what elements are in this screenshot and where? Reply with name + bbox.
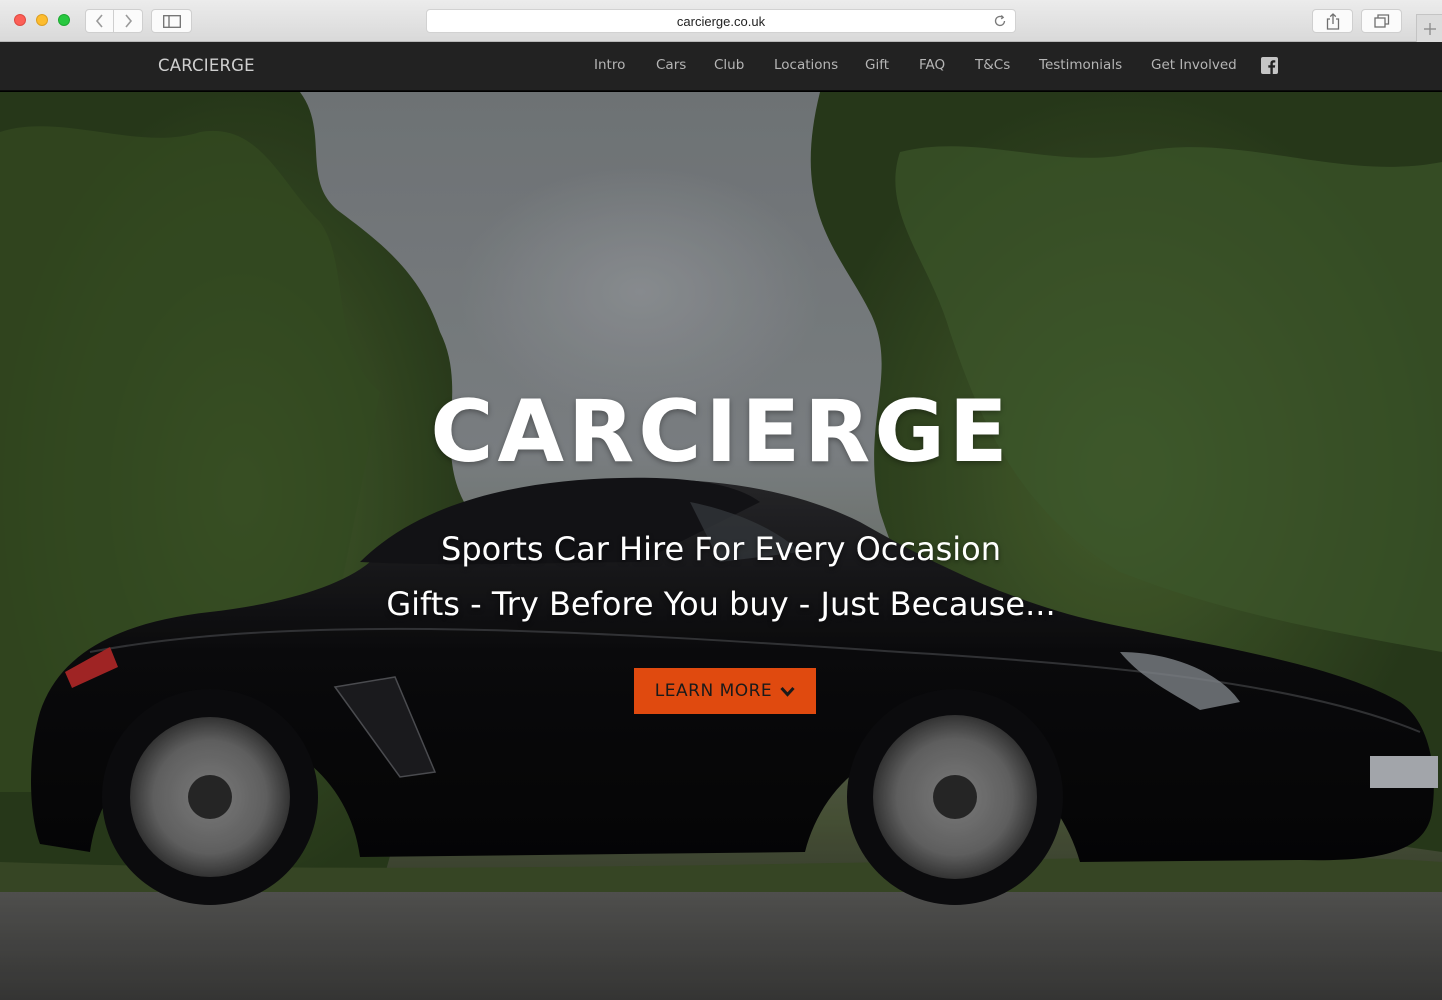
nav-link-testimonials[interactable]: Testimonials <box>1039 57 1122 73</box>
nav-link-club[interactable]: Club <box>714 57 744 73</box>
window-maximize-button[interactable] <box>58 14 70 26</box>
hero-subtitle-secondary: Gifts - Try Before You buy - Just Becaus… <box>386 585 1056 623</box>
nav-link-locations[interactable]: Locations <box>774 57 838 73</box>
tabs-overview-icon <box>1373 14 1389 28</box>
learn-more-label: LEARN MORE <box>654 681 773 701</box>
plus-icon <box>1423 22 1436 35</box>
share-icon <box>1326 12 1339 30</box>
address-bar[interactable]: carcierge.co.uk <box>426 9 1016 33</box>
site-navbar: CARCIERGE Intro Cars Club Locations Gift… <box>0 42 1442 91</box>
share-button[interactable] <box>1312 9 1353 33</box>
forward-button[interactable] <box>114 9 143 33</box>
hero-subtitle-primary: Sports Car Hire For Every Occasion <box>441 530 1001 568</box>
tab-overview-button[interactable] <box>1361 9 1402 33</box>
url-text: carcierge.co.uk <box>676 13 766 29</box>
nav-link-intro[interactable]: Intro <box>594 57 625 73</box>
window-minimize-button[interactable] <box>36 14 48 26</box>
nav-link-cars[interactable]: Cars <box>656 57 686 73</box>
browser-toolbar: carcierge.co.uk <box>0 0 1442 42</box>
nav-link-gift[interactable]: Gift <box>865 57 889 73</box>
window-close-button[interactable] <box>14 14 26 26</box>
brand-logo-link[interactable]: CARCIERGE <box>158 56 255 75</box>
sidebar-icon <box>162 14 181 28</box>
nav-link-faq[interactable]: FAQ <box>919 57 945 73</box>
facebook-icon[interactable] <box>1261 57 1278 74</box>
chevron-left-icon <box>95 14 103 28</box>
nav-link-tcs[interactable]: T&Cs <box>975 57 1010 73</box>
hero-title: CARCIERGE <box>430 382 1012 482</box>
sidebar-toggle-button[interactable] <box>151 9 192 33</box>
back-button[interactable] <box>85 9 114 33</box>
chevron-right-icon <box>125 14 133 28</box>
new-tab-button[interactable] <box>1416 14 1442 42</box>
nav-link-get-involved[interactable]: Get Involved <box>1151 57 1237 73</box>
chevron-down-icon <box>780 686 795 697</box>
reload-icon[interactable] <box>993 14 1007 28</box>
hero-section: CARCIERGE Sports Car Hire For Every Occa… <box>0 92 1442 1000</box>
learn-more-button[interactable]: LEARN MORE <box>634 668 816 714</box>
